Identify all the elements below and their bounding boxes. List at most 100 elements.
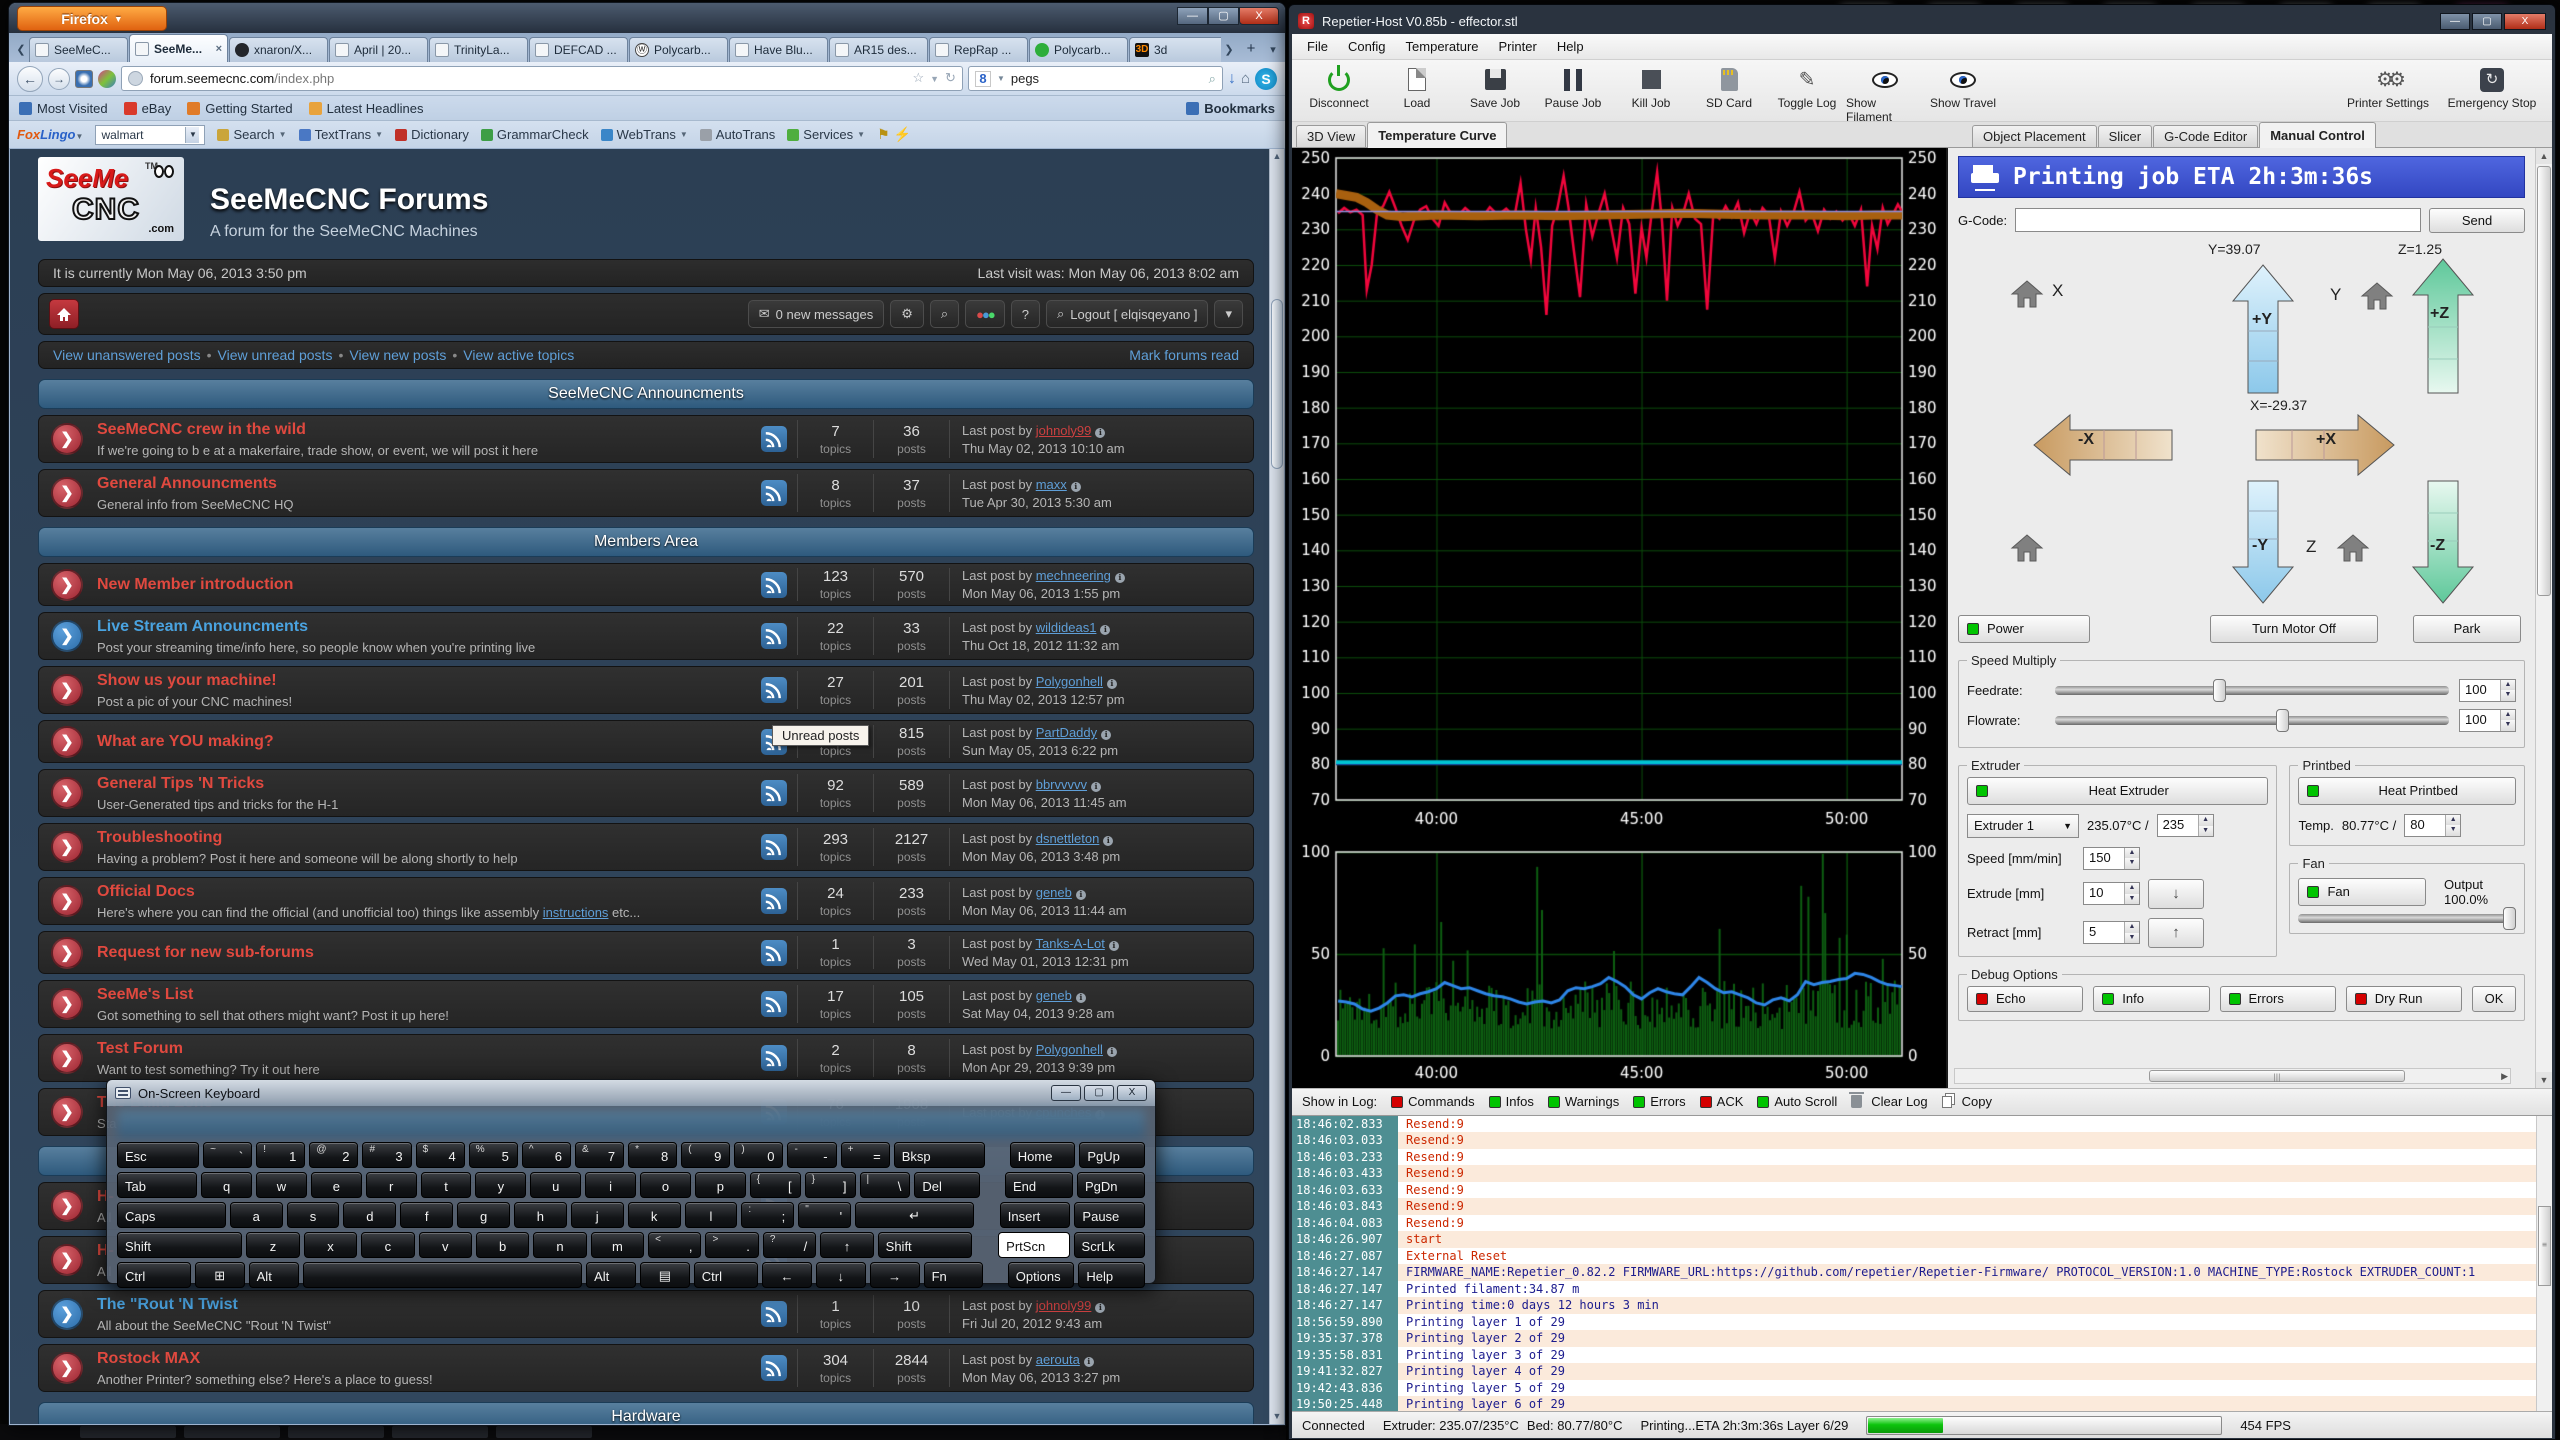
last-post-user-link[interactable]: geneb (1036, 988, 1072, 1003)
tab-scroll-left[interactable]: ❮ (13, 38, 29, 62)
jog-minus-x-button[interactable]: -X (2032, 413, 2174, 477)
log-toggle-auto-scroll[interactable]: Auto Scroll (1757, 1094, 1837, 1109)
maximize-button[interactable]: ▢ (1084, 1085, 1114, 1101)
new-tab-button[interactable]: + (1239, 40, 1263, 62)
key-o[interactable]: o (640, 1172, 691, 1198)
tab-object-placement[interactable]: Object Placement (1972, 125, 2097, 147)
speed-spinbox[interactable]: 150▲▼ (2083, 847, 2140, 870)
toolbar-disconnect[interactable]: Disconnect (1300, 64, 1378, 124)
key-x[interactable]: x (304, 1232, 357, 1258)
send-button[interactable]: Send (2429, 208, 2525, 233)
key-home[interactable]: Home (1010, 1142, 1076, 1168)
key-sym[interactable]: >. (705, 1232, 758, 1258)
browser-tab[interactable]: DEFCAD ... (529, 37, 628, 62)
profile-icon[interactable]: ℹ (1109, 941, 1119, 951)
gcode-input[interactable] (2015, 208, 2421, 232)
log-toggle-commands[interactable]: Commands (1391, 1094, 1474, 1109)
tab-3d-view[interactable]: 3D View (1296, 125, 1366, 147)
spin-down-icon[interactable]: ▼ (2125, 933, 2139, 944)
browser-tab[interactable]: SeeMeC... (29, 37, 128, 62)
taskbar-button[interactable] (184, 1426, 280, 1438)
spin-down-icon[interactable]: ▼ (2125, 858, 2139, 869)
key-l[interactable]: l (685, 1202, 738, 1228)
scroll-up-arrow[interactable]: ▲ (2536, 148, 2552, 164)
forum-title-link[interactable]: SeeMeCNC crew in the wild (97, 421, 751, 439)
log-scrollbar[interactable]: ≡ (2536, 1116, 2552, 1411)
browser-tab[interactable]: April | 20... (329, 37, 428, 62)
key-n[interactable]: n (533, 1232, 586, 1258)
power-button[interactable]: Power (1958, 615, 2090, 643)
key-sym[interactable]: ▤ (640, 1262, 690, 1288)
forum-row[interactable]: ❯SeeMeCNC crew in the wildIf we're going… (38, 415, 1254, 463)
key-space[interactable] (303, 1262, 583, 1288)
home-y-button[interactable] (2360, 281, 2394, 311)
key-sym[interactable]: ~` (203, 1142, 252, 1168)
settings-button[interactable]: ⚙ (890, 300, 924, 328)
key-sym[interactable]: ↵ (855, 1202, 974, 1228)
profile-icon[interactable]: ℹ (1115, 573, 1125, 583)
view-link[interactable]: View unread posts (218, 347, 333, 363)
close-button[interactable]: X (2504, 13, 2546, 30)
forum-row[interactable]: ❯Request for new sub-forums1topics3posts… (38, 931, 1254, 974)
home-icon[interactable]: ⌂ (1241, 70, 1250, 87)
last-post-user-link[interactable]: PartDaddy (1036, 725, 1097, 740)
key-sym[interactable]: {[ (750, 1172, 801, 1198)
taskbar-button[interactable] (496, 1426, 592, 1438)
key-alt[interactable]: Alt (586, 1262, 636, 1288)
rss-icon[interactable] (761, 426, 787, 452)
toolbar-emergency-stop[interactable]: ↻Emergency Stop (2440, 64, 2544, 110)
spin-up-icon[interactable]: ▲ (2125, 848, 2139, 859)
tab-close-icon[interactable]: × (216, 43, 222, 55)
forum-row[interactable]: ❯Test ForumWant to test something? Try i… (38, 1034, 1254, 1082)
key-options[interactable]: Options (1008, 1262, 1075, 1288)
jog-plus-y-button[interactable]: +Y (2230, 263, 2296, 395)
tab-slicer[interactable]: Slicer (2098, 125, 2153, 147)
extruder-temp-spinbox[interactable]: 235▲▼ (2157, 814, 2214, 837)
key-6[interactable]: ^6 (522, 1142, 571, 1168)
profile-icon[interactable]: ℹ (1076, 993, 1086, 1003)
menu-item-file[interactable]: File (1298, 36, 1337, 57)
last-post-user-link[interactable]: geneb (1036, 885, 1072, 900)
key-s[interactable]: s (287, 1202, 340, 1228)
tab-list-button[interactable]: ▾ (1265, 38, 1281, 62)
key-t[interactable]: t (421, 1172, 472, 1198)
forum-title-link[interactable]: General Announcments (97, 475, 751, 493)
forum-row[interactable]: ❯General Tips 'N TricksUser-Generated ti… (38, 769, 1254, 817)
copy-button[interactable]: Copy (1942, 1094, 1992, 1109)
panel-vertical-scrollbar[interactable]: ▲ ▼ (2535, 148, 2552, 1088)
rss-icon[interactable] (761, 480, 787, 506)
bookmark-item[interactable]: Most Visited (19, 101, 108, 116)
key-b[interactable]: b (476, 1232, 529, 1258)
profile-icon[interactable]: ℹ (1107, 679, 1117, 689)
key-2[interactable]: @2 (309, 1142, 358, 1168)
browser-tab[interactable]: Have Blu... (729, 37, 828, 62)
forum-row[interactable]: ❯Live Stream AnnouncmentsPost your strea… (38, 612, 1254, 660)
seemecnc-logo[interactable]: SeeMe TM CNC .com (38, 157, 184, 241)
key-1[interactable]: !1 (256, 1142, 305, 1168)
forum-row[interactable]: ❯The "Rout 'N TwistAll about the SeeMeCN… (38, 1290, 1254, 1338)
downloads-icon[interactable]: ↓ (1228, 70, 1236, 88)
toolbar-sd-card[interactable]: SD Card (1690, 64, 1768, 124)
bookmarks-menu[interactable]: Bookmarks (1186, 101, 1275, 116)
key-end[interactable]: End (1005, 1172, 1073, 1198)
key-ctrl[interactable]: Ctrl (117, 1262, 191, 1288)
forum-title-link[interactable]: Troubleshooting (97, 829, 751, 847)
search-engine-icon[interactable]: 8 (975, 71, 991, 87)
last-post-user-link[interactable]: Polygonhell (1036, 674, 1103, 689)
key-r[interactable]: r (366, 1172, 417, 1198)
key-ctrl[interactable]: Ctrl (694, 1262, 758, 1288)
logout-button[interactable]: ⌕Logout [ elqisqeyano ] (1046, 300, 1209, 328)
jog-plus-z-button[interactable]: +Z (2410, 257, 2476, 395)
view-link[interactable]: View new posts (349, 347, 446, 363)
key-fn[interactable]: Fn (924, 1262, 983, 1288)
repetier-titlebar[interactable]: R Repetier-Host V0.85b - effector.stl — … (1292, 8, 2552, 34)
menu-item-temperature[interactable]: Temperature (1397, 36, 1488, 57)
feedrate-slider-thumb[interactable] (2213, 679, 2226, 702)
key-caps[interactable]: Caps (117, 1202, 226, 1228)
maximize-button[interactable]: ▢ (2472, 13, 2502, 30)
key-i[interactable]: i (585, 1172, 636, 1198)
key-del[interactable]: Del (914, 1172, 980, 1198)
view-link[interactable]: View active topics (463, 347, 574, 363)
maximize-button[interactable]: ▢ (1208, 7, 1239, 25)
jog-minus-z-button[interactable]: -Z (2410, 479, 2476, 605)
